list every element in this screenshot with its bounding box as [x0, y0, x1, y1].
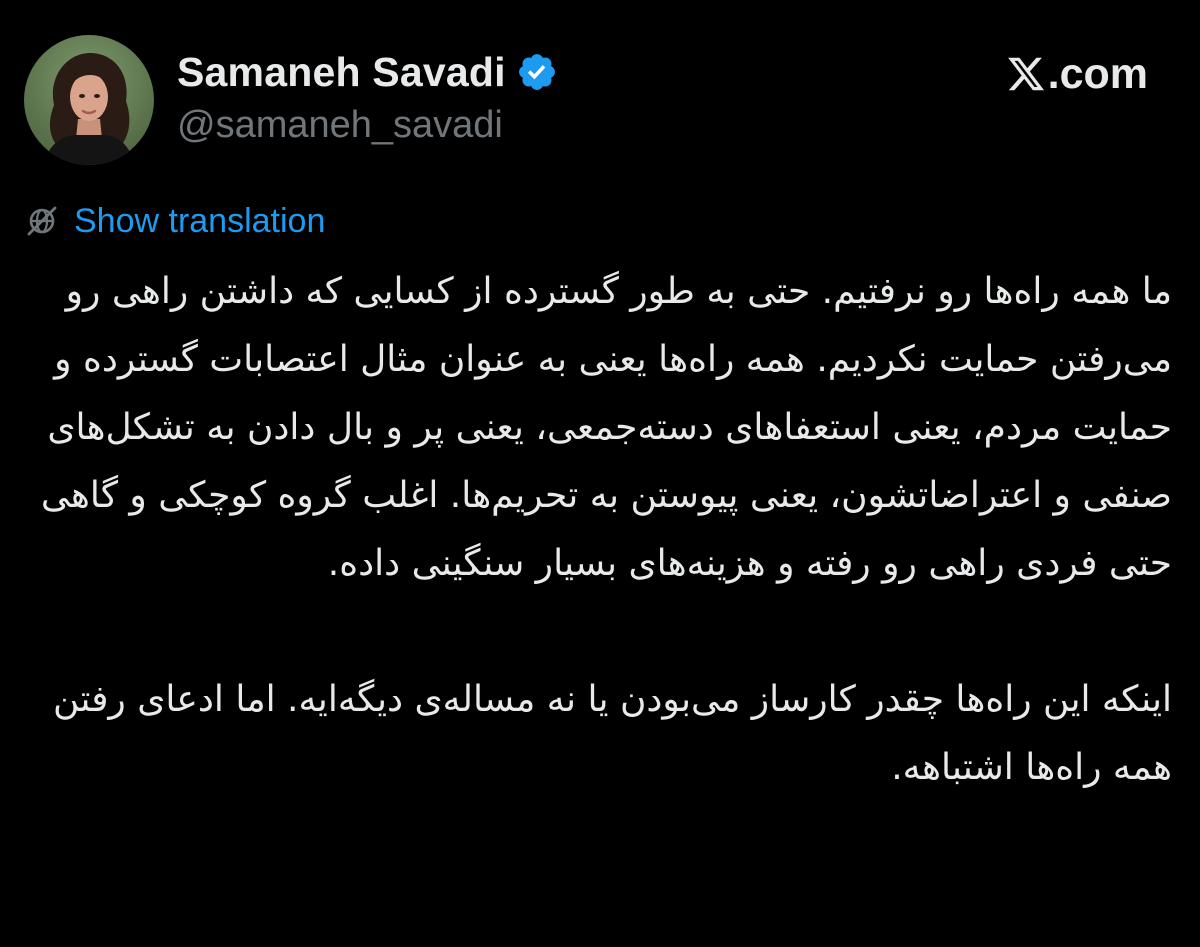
show-translation-row[interactable]: Show translation — [24, 199, 325, 243]
brand-domain-text: .com — [1047, 49, 1148, 98]
show-translation-link[interactable]: Show translation — [74, 202, 325, 241]
tweet-text: ما همه راه‌ها رو نرفتیم. حتی به طور گستر… — [28, 258, 1172, 802]
author-display-name[interactable]: Samaneh Savadi — [177, 49, 506, 96]
x-logo-icon — [1007, 57, 1044, 91]
tweet-paragraph: اینکه این راه‌ها چقدر کارساز می‌بودن یا … — [52, 679, 1172, 788]
avatar[interactable] — [24, 35, 154, 165]
globe-icon — [27, 206, 57, 236]
tweet-paragraph: ما همه راه‌ها رو نرفتیم. حتی به طور گستر… — [40, 271, 1172, 584]
profile-photo — [24, 35, 154, 165]
author-handle[interactable]: @samaneh_savadi — [177, 104, 503, 147]
verified-badge-icon — [518, 54, 555, 90]
brand-watermark: .com — [1006, 48, 1148, 100]
author-name-row[interactable]: Samaneh Savadi — [177, 46, 558, 98]
